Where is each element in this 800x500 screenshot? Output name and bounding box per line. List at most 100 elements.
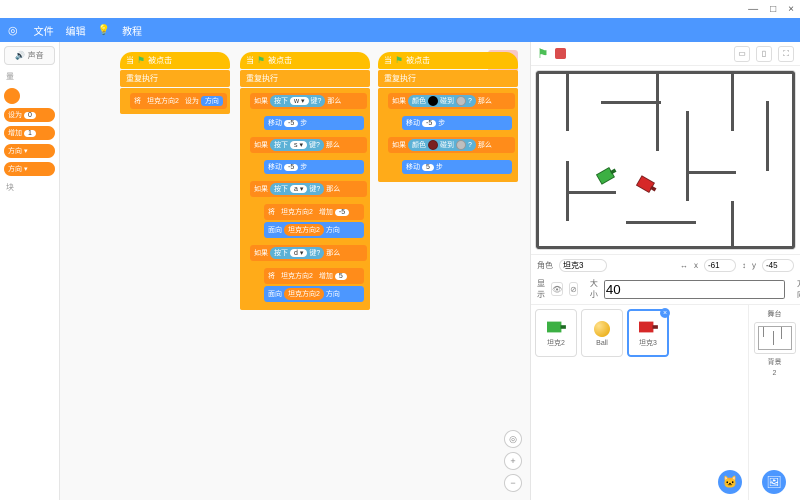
stage	[531, 66, 800, 254]
size-label: 大小	[590, 278, 598, 300]
backdrops-count: 2	[773, 370, 777, 377]
point-block[interactable]: 面向坦克方向2方向	[264, 222, 364, 238]
point-block[interactable]: 面向坦克方向2方向	[264, 286, 364, 302]
value: 1	[24, 130, 36, 137]
backdrops-label: 背景	[768, 357, 782, 367]
bulb-icon: 💡	[98, 25, 110, 36]
forever-block[interactable]: 重复执行	[378, 70, 518, 87]
change-var-block[interactable]: 将坦克方向2增加5	[264, 268, 364, 284]
sprite-card-tank2[interactable]: 坦克2	[535, 309, 577, 357]
flag-icon: ⚑	[395, 55, 403, 66]
category-dot-icon[interactable]	[4, 88, 20, 104]
delete-sprite-icon[interactable]: ×	[660, 308, 670, 318]
forever-body: 将坦克方向2设为方向	[120, 88, 230, 114]
color-swatch-black[interactable]	[428, 96, 438, 106]
x-label: x	[694, 261, 698, 270]
move-block[interactable]: 移动-5步	[264, 116, 364, 130]
stage-large-button[interactable]: ▯	[756, 46, 772, 62]
palette-change-block[interactable]: 增加 1	[4, 126, 55, 140]
left-panel: 🔊 声音 量 设为 0 增加 1 方向▾ 方向▾ 块	[0, 42, 60, 500]
size-input[interactable]	[604, 280, 785, 299]
sprite-card-ball[interactable]: Ball	[581, 309, 623, 357]
stage-title: 舞台	[768, 309, 782, 319]
show-label: 显示	[537, 278, 545, 300]
forever-body: 如果按下w ▾键?那么 移动-5步 如果按下s ▾键?那么 移动-5步 如果按下…	[240, 88, 370, 310]
stop-button[interactable]	[555, 48, 566, 59]
set-var-block[interactable]: 将坦克方向2设为方向	[130, 93, 227, 109]
color-swatch-gray[interactable]	[456, 96, 466, 106]
stage-small-button[interactable]: ▭	[734, 46, 750, 62]
menu-edit[interactable]: 编辑	[66, 23, 86, 38]
menu-tutorials[interactable]: 教程	[122, 23, 142, 38]
bottom-panel: 坦克2 Ball × 坦克3 🐱 舞台	[531, 304, 800, 500]
script-3[interactable]: 当⚑被点击 重复执行 如果颜色碰到?那么 移动-5步 如果颜色碰到?那么 移动5…	[378, 52, 518, 182]
stage-canvas[interactable]	[535, 70, 796, 250]
tab-sounds[interactable]: 🔊 声音	[4, 46, 55, 65]
label: 增加	[8, 128, 22, 138]
script-1[interactable]: 当⚑被点击 重复执行 将坦克方向2设为方向	[120, 52, 230, 114]
script-2[interactable]: 当⚑被点击 重复执行 如果按下w ▾键?那么 移动-5步 如果按下s ▾键?那么…	[240, 52, 370, 310]
hide-button[interactable]: ⊘	[569, 282, 578, 296]
window-titlebar: — □ ×	[0, 0, 800, 18]
add-sprite-button[interactable]: 🐱	[718, 470, 742, 494]
label: 方向	[8, 164, 22, 174]
menu-file[interactable]: 文件	[34, 23, 54, 38]
palette-dir-block-1[interactable]: 方向▾	[4, 144, 55, 158]
window-maximize[interactable]: □	[770, 4, 776, 15]
palette-set-block[interactable]: 设为 0	[4, 108, 55, 122]
stage-thumbnail[interactable]	[754, 322, 796, 354]
scripts-area[interactable]: 当⚑被点击 重复执行 将坦克方向2设为方向 当⚑被点击 重复执行 如果按下w ▾…	[60, 42, 530, 500]
sprite-label: 坦克3	[639, 338, 657, 348]
color-swatch-darkred[interactable]	[428, 140, 438, 150]
label: 设为	[8, 110, 22, 120]
if-color-red[interactable]: 如果颜色碰到?那么	[388, 137, 515, 153]
zoom-in[interactable]: +	[504, 452, 522, 470]
sprite-list: 坦克2 Ball × 坦克3 🐱	[531, 305, 748, 500]
right-panel: ⚑ ▭ ▯ ⛶	[530, 42, 800, 500]
color-swatch-gray[interactable]	[456, 140, 466, 150]
if-color-black[interactable]: 如果颜色碰到?那么	[388, 93, 515, 109]
hat-when-flag[interactable]: 当⚑被点击	[120, 52, 230, 69]
hat-when-flag[interactable]: 当⚑被点击	[378, 52, 518, 69]
sprite-info-row1: 角色 ↔x ↕y	[531, 254, 800, 276]
move-block[interactable]: 移动-5步	[264, 160, 364, 174]
move-block[interactable]: 移动-5步	[402, 116, 512, 130]
zoom-reset[interactable]: ◎	[504, 430, 522, 448]
forever-block[interactable]: 重复执行	[120, 70, 230, 87]
workspace: 🔊 声音 量 设为 0 增加 1 方向▾ 方向▾ 块 当⚑被点击 重复执行 将坦…	[0, 42, 800, 500]
sprite-label: Ball	[596, 340, 608, 347]
menu-bar: ◎ 文件 编辑 💡 教程	[0, 18, 800, 42]
sprite-card-tank3[interactable]: × 坦克3	[627, 309, 669, 357]
stage-header: ⚑ ▭ ▯ ⛶	[531, 42, 800, 66]
sprite-label: 角色	[537, 260, 553, 271]
palette-category[interactable]: 量	[4, 69, 55, 84]
sprite-tank-green[interactable]	[593, 162, 621, 189]
hat-when-flag[interactable]: 当⚑被点击	[240, 52, 370, 69]
zoom-out[interactable]: −	[504, 474, 522, 492]
label: 方向	[8, 146, 22, 156]
palette-category-2[interactable]: 块	[4, 180, 55, 195]
sprite-label: 坦克2	[547, 338, 565, 348]
value: 0	[24, 112, 36, 119]
change-var-block[interactable]: 将坦克方向2增加-5	[264, 204, 364, 220]
sprite-info-row2: 显示 👁 ⊘ 大小 方向	[531, 276, 800, 304]
green-flag-button[interactable]: ⚑	[537, 46, 549, 62]
y-input[interactable]	[762, 259, 794, 272]
show-button[interactable]: 👁	[551, 282, 563, 296]
window-minimize[interactable]: —	[748, 4, 758, 15]
if-s-block[interactable]: 如果按下s ▾键?那么	[250, 137, 367, 153]
sprite-name-input[interactable]	[559, 259, 607, 272]
sprite-tank-red[interactable]	[633, 172, 661, 199]
palette-dir-block-2[interactable]: 方向▾	[4, 162, 55, 176]
forever-block[interactable]: 重复执行	[240, 70, 370, 87]
window-close[interactable]: ×	[788, 4, 794, 15]
fullscreen-button[interactable]: ⛶	[778, 46, 794, 62]
y-label: y	[752, 261, 756, 270]
flag-icon: ⚑	[137, 55, 145, 66]
add-backdrop-button[interactable]: 🖼	[762, 470, 786, 494]
x-input[interactable]	[704, 259, 736, 272]
if-d-block[interactable]: 如果按下d ▾键?那么	[250, 245, 367, 261]
if-w-block[interactable]: 如果按下w ▾键?那么	[250, 93, 367, 109]
if-a-block[interactable]: 如果按下a ▾键?那么	[250, 181, 367, 197]
move-block[interactable]: 移动5步	[402, 160, 512, 174]
